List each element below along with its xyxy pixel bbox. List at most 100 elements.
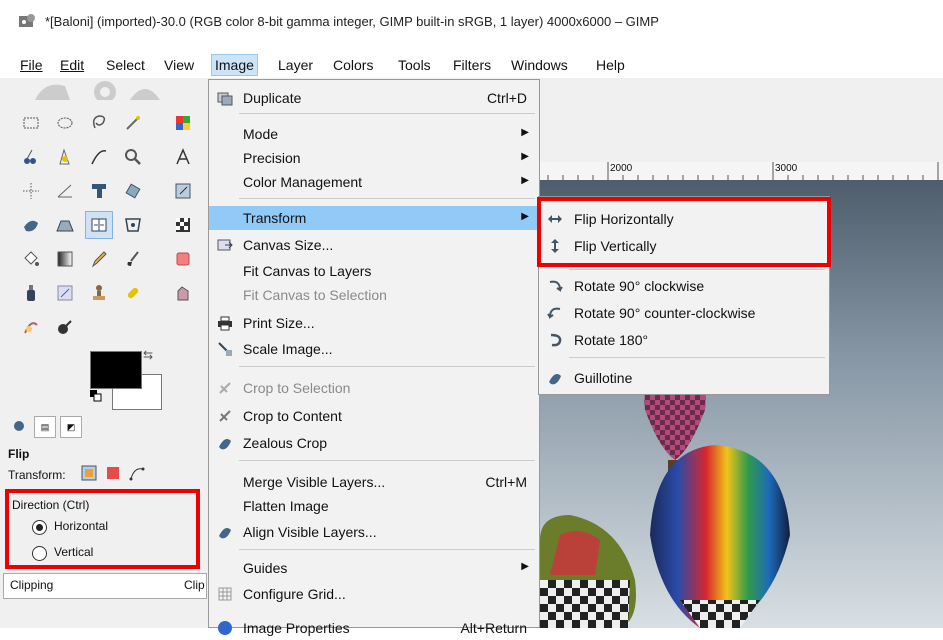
cage-transform-tool[interactable]	[120, 212, 146, 238]
airbrush-tool[interactable]	[18, 280, 44, 306]
menu-view[interactable]: View	[162, 57, 196, 73]
perspective-icon	[56, 220, 74, 232]
smudge-tool[interactable]	[170, 280, 196, 306]
menu-windows[interactable]: Windows	[509, 57, 570, 73]
menu-tools[interactable]: Tools	[396, 57, 433, 73]
menu-select[interactable]: Select	[104, 57, 147, 73]
wilber-logo	[35, 81, 160, 100]
submenu-item-rotate-180[interactable]: Rotate 180°	[539, 327, 829, 353]
menu-item-canvas-size[interactable]: Canvas Size...	[209, 233, 539, 257]
bucket-fill-tool[interactable]	[18, 246, 44, 272]
bucket-icon	[24, 251, 39, 266]
measure-tool[interactable]	[52, 178, 78, 204]
foreground-select-tool[interactable]	[52, 144, 78, 170]
scissors-tool[interactable]	[18, 144, 44, 170]
paths-tool[interactable]	[86, 144, 112, 170]
fuzzy-select-tool[interactable]	[120, 110, 146, 136]
scissors-icon	[24, 149, 36, 164]
foreground-color-swatch[interactable]	[90, 351, 142, 389]
device-status-tab[interactable]: ▤	[34, 416, 56, 438]
transform-layer-icon[interactable]	[80, 464, 98, 482]
menu-layer[interactable]: Layer	[276, 57, 315, 73]
menu-file[interactable]: File	[18, 57, 45, 73]
clipping-value[interactable]: Clip	[184, 578, 205, 592]
direction-highlight-box	[5, 489, 200, 569]
submenu-item-rotate-90-cw[interactable]: Rotate 90° clockwise	[539, 273, 829, 299]
blend-tool[interactable]	[52, 246, 78, 272]
menu-item-duplicate[interactable]: Duplicate Ctrl+D	[209, 86, 539, 110]
info-icon	[218, 621, 232, 635]
scale-tool[interactable]	[170, 178, 196, 204]
undo-history-tab[interactable]: ◩	[60, 416, 82, 438]
menu-item-print-size[interactable]: Print Size...	[209, 311, 539, 335]
menu-item-crop-to-content[interactable]: Crop to Content	[209, 404, 539, 428]
menu-item-image-properties[interactable]: Image Properties Alt+Return	[209, 616, 539, 640]
menu-item-precision[interactable]: Precision ▶	[209, 146, 539, 170]
move-icon	[23, 183, 39, 199]
align-icon	[219, 528, 231, 539]
menu-item-align-visible-layers[interactable]: Align Visible Layers...	[209, 520, 539, 544]
menu-edit[interactable]: Edit	[58, 57, 86, 73]
clipping-row[interactable]: Clipping Clip	[3, 573, 207, 599]
menu-item-fit-canvas-to-layers[interactable]: Fit Canvas to Layers	[209, 259, 539, 283]
menu-item-fit-canvas-to-selection[interactable]: Fit Canvas to Selection	[209, 283, 539, 307]
paintbrush-tool[interactable]	[120, 246, 146, 272]
menu-filters[interactable]: Filters	[451, 57, 493, 73]
rotate-tool[interactable]	[120, 178, 146, 204]
ink-tool[interactable]	[52, 280, 78, 306]
ellipse-select-icon	[57, 117, 73, 129]
menu-colors[interactable]: Colors	[331, 57, 375, 73]
printer-icon	[218, 316, 232, 331]
align-tool[interactable]	[86, 178, 112, 204]
menu-item-crop-to-selection[interactable]: Crop to Selection	[209, 376, 539, 400]
menu-image[interactable]: Image	[211, 54, 258, 76]
menu-item-merge-visible-layers[interactable]: Merge Visible Layers... Ctrl+M	[209, 470, 539, 494]
text-tool[interactable]	[170, 144, 196, 170]
menu-item-guides[interactable]: Guides ▶	[209, 556, 539, 580]
device-status-icon: ▤	[40, 422, 50, 432]
zoom-tool[interactable]	[120, 144, 146, 170]
ellipse-select-tool[interactable]	[52, 110, 78, 136]
tool-options-tab[interactable]	[10, 416, 30, 436]
pencil-tool[interactable]	[86, 246, 112, 272]
eraser-tool[interactable]	[170, 246, 196, 272]
menu-separator	[239, 549, 535, 550]
scale-tool-icon	[175, 183, 191, 199]
shear-tool[interactable]	[18, 212, 44, 238]
lasso-icon	[92, 115, 106, 129]
warp-transform-tool[interactable]	[170, 212, 196, 238]
menu-item-configure-grid[interactable]: Configure Grid...	[209, 582, 539, 606]
transform-selection-icon[interactable]	[104, 464, 122, 482]
menu-item-color-management[interactable]: Color Management ▶	[209, 170, 539, 194]
dodge-burn-tool[interactable]	[18, 314, 44, 340]
menu-separator	[239, 460, 535, 461]
menu-bar: File Edit Select View Image Layer Colors…	[0, 54, 943, 78]
align-tool-icon	[92, 184, 106, 198]
menu-item-zealous-crop[interactable]: Zealous Crop	[209, 431, 539, 455]
perspective-tool[interactable]	[52, 212, 78, 238]
clone-tool[interactable]	[86, 280, 112, 306]
transform-path-icon[interactable]	[128, 464, 146, 482]
menu-separator	[569, 269, 825, 270]
free-select-tool[interactable]	[86, 110, 112, 136]
menu-help[interactable]: Help	[594, 57, 627, 73]
horizontal-ruler: 2000 3000	[540, 162, 943, 181]
submenu-item-rotate-90-ccw[interactable]: Rotate 90° counter-clockwise	[539, 300, 829, 326]
rotate-180-icon	[550, 333, 562, 347]
heal-tool[interactable]	[120, 280, 146, 306]
submenu-item-guillotine[interactable]: Guillotine	[539, 365, 829, 391]
swap-colors-icon[interactable]: ⇆	[143, 348, 153, 362]
menu-item-transform[interactable]: Transform ▶	[209, 206, 539, 230]
move-tool[interactable]	[18, 178, 44, 204]
flip-tool[interactable]	[85, 211, 113, 239]
default-colors-icon[interactable]	[90, 390, 102, 402]
menu-item-flatten-image[interactable]: Flatten Image	[209, 494, 539, 518]
menu-item-scale-image[interactable]: Scale Image...	[209, 337, 539, 361]
measure-icon	[57, 184, 72, 198]
foreground-select-icon	[59, 148, 70, 165]
rect-select-tool[interactable]	[18, 110, 44, 136]
color-picker-tool[interactable]	[52, 314, 78, 340]
menu-item-mode[interactable]: Mode ▶	[209, 122, 539, 146]
scale-icon	[218, 342, 232, 356]
select-by-color-tool[interactable]	[170, 110, 196, 136]
